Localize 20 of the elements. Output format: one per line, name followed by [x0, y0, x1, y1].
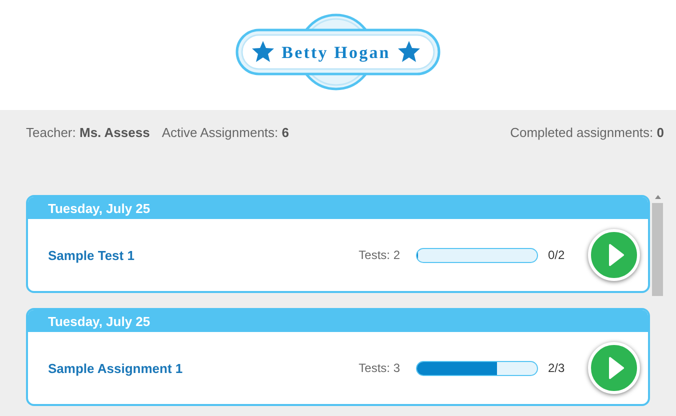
- date-header: Tuesday, July 25: [28, 197, 648, 219]
- assignment-title[interactable]: Sample Test 1: [48, 248, 359, 262]
- progress-count: 0/2: [548, 248, 566, 262]
- star-icon: [252, 41, 274, 62]
- completed-assignments-count: Completed assignments: 0: [510, 125, 664, 142]
- play-button[interactable]: [588, 229, 640, 281]
- teacher-label: Teacher: Ms. Assess: [26, 125, 150, 142]
- play-icon: [608, 244, 624, 266]
- play-icon: [608, 357, 624, 379]
- scroll-thumb[interactable]: [652, 203, 663, 296]
- scroll-up-icon[interactable]: [654, 195, 660, 199]
- progress-count: 2/3: [548, 361, 566, 375]
- date-header: Tuesday, July 25: [28, 310, 648, 332]
- tests-count: Tests: 3: [358, 361, 400, 375]
- active-assignments-count: Active Assignments: 6: [162, 125, 290, 142]
- star-icon: [398, 41, 420, 62]
- assignment-title[interactable]: Sample Assignment 1: [48, 360, 359, 376]
- tests-count: Tests: 2: [358, 248, 400, 262]
- logo-name: Betty Hogan: [282, 43, 390, 62]
- play-button[interactable]: [588, 342, 640, 394]
